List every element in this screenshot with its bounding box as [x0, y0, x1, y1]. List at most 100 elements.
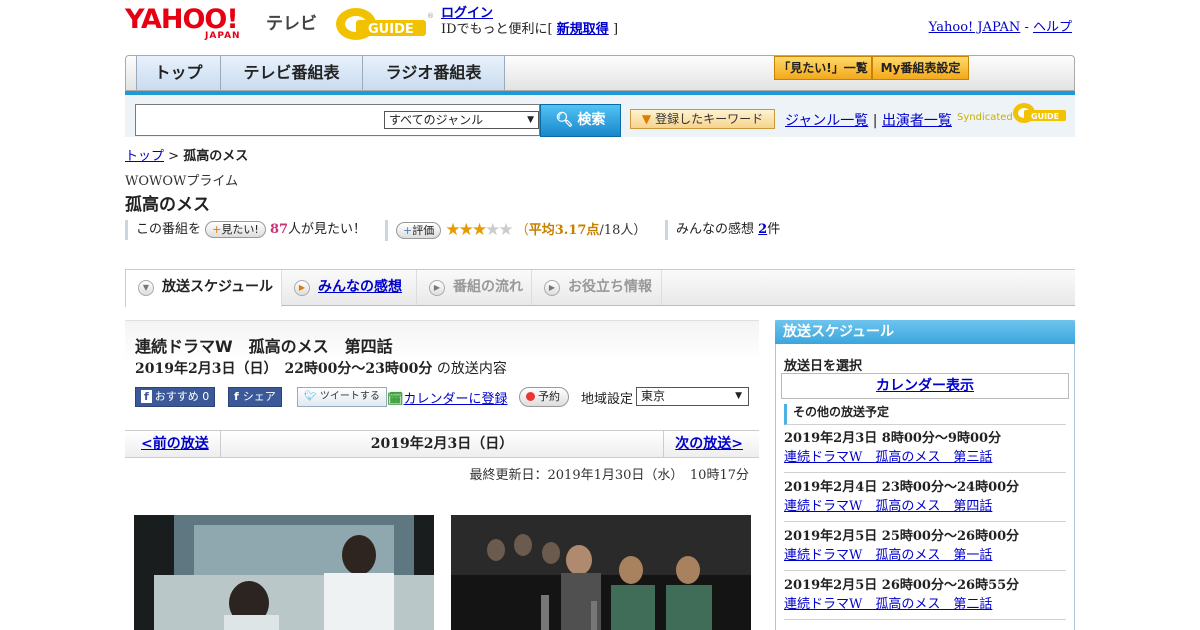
tab-broadcast-schedule[interactable]: ▼ 放送スケジュール: [125, 270, 282, 307]
plus-icon: +: [212, 223, 222, 236]
login-link[interactable]: ログイン: [441, 6, 493, 21]
calendar-register[interactable]: 🗓︎カレンダーに登録: [387, 388, 508, 407]
last-updated: 最終更新日：2019年1月30日（水） 10時17分: [469, 468, 749, 483]
calendar-add-icon: 🗓︎: [387, 392, 404, 407]
dropdown-triangle-icon: ▼: [641, 112, 652, 126]
next-broadcast-link[interactable]: 次の放送>: [675, 431, 743, 457]
top-right-links: Yahoo! JAPAN - ヘルプ: [929, 16, 1072, 35]
main-nav: トップ テレビ番組表 ラジオ番組表 「見たい!」一覧 My番組表設定: [125, 55, 1075, 91]
registered-keyword-button[interactable]: ▼ 登録したキーワード: [630, 109, 775, 129]
nav-tab-radio-schedule[interactable]: ラジオ番組表: [363, 56, 505, 90]
record-reservation-button[interactable]: 予約: [519, 387, 569, 407]
tab-label: 番組の流れ: [453, 279, 523, 295]
nav-tab-tv-schedule[interactable]: テレビ番組表: [221, 56, 363, 90]
want-count: 87: [269, 222, 289, 237]
registered-keyword-label: 登録したキーワード: [655, 112, 764, 126]
review-label: みんなの感想: [676, 222, 755, 237]
facebook-recommend-button[interactable]: f おすすめ 0: [135, 387, 216, 407]
want-list-button[interactable]: 「見たい!」一覧: [774, 56, 872, 80]
schedule-title-link[interactable]: 連続ドラマW 孤高のメス 第四話: [784, 499, 992, 514]
breadcrumb-current: 孤高のメス: [183, 149, 249, 164]
current-broadcast-date: 2019年2月3日（日）: [220, 431, 664, 457]
tab-reviews[interactable]: ▶ みんなの感想: [282, 270, 417, 305]
channel-name: WOWOWプライム: [125, 174, 239, 189]
want-prefix: この番組を: [136, 222, 202, 237]
calendar-display-link[interactable]: カレンダー表示: [876, 378, 974, 394]
tweet-label: ツイートする: [319, 391, 380, 402]
genre-select[interactable]: すべてのジャンル ▼: [384, 111, 539, 129]
tweet-button[interactable]: 🐦︎ ツイートする: [297, 387, 387, 407]
program-stats: この番組を +見たい! 87人が見たい！ +評価 ★★★★★ （平均3.17点/…: [125, 220, 925, 241]
fb-recommend-label: おすすめ: [154, 390, 199, 403]
search-button[interactable]: 🔍︎ 検索: [540, 104, 621, 137]
broadcast-pager: <前の放送 2019年2月3日（日） 次の放送>: [125, 430, 759, 458]
calendar-display-button[interactable]: カレンダー表示: [781, 373, 1069, 399]
svg-text:GUIDE: GUIDE: [1031, 112, 1059, 121]
review-count-link[interactable]: 2: [758, 222, 767, 237]
stars-filled: ★★★: [445, 220, 487, 240]
chevron-down-icon: ▼: [527, 115, 534, 125]
episode-photo-1: [134, 515, 434, 630]
breadcrumb-home-link[interactable]: トップ: [125, 149, 164, 164]
star-rating: ★★★★★: [445, 220, 513, 240]
want-button-label: 見たい!: [221, 223, 259, 236]
search-links: ジャンル一覧 | 出演者一覧: [785, 110, 952, 130]
sidebar-date-select-label: 放送日を選択: [784, 359, 863, 374]
record-dot-icon: [526, 392, 535, 401]
rate-button-label: 評価: [412, 224, 435, 237]
my-schedule-settings-button[interactable]: My番組表設定: [872, 56, 969, 80]
episode-photo-2: [451, 515, 751, 630]
help-link[interactable]: ヘルプ: [1033, 20, 1072, 35]
nav-tab-top[interactable]: トップ: [136, 56, 221, 90]
rating-average: （平均3.17点: [516, 223, 600, 238]
search-icon: 🔍︎: [555, 112, 574, 128]
tv-label[interactable]: テレビ: [266, 9, 317, 34]
login-area: ログイン IDでもっと便利に[ 新規取得 ]: [441, 6, 618, 38]
tab-label: 放送スケジュール: [162, 279, 274, 295]
list-item: 2019年2月5日 25時00分～26時00分 連続ドラマW 孤高のメス 第一話: [784, 527, 1066, 571]
rating-open-paren: （: [515, 223, 529, 238]
yahoo-japan-link[interactable]: Yahoo! JAPAN: [929, 20, 1021, 35]
review-stat: みんなの感想 2件: [665, 220, 780, 240]
page-title: 孤高のメス: [125, 195, 210, 215]
chevron-down-icon: ▼: [138, 280, 154, 296]
want-button[interactable]: +見たい!: [205, 221, 266, 238]
list-item: 2019年2月5日 26時00分～26時55分 連続ドラマW 孤高のメス 第二話: [784, 576, 1066, 620]
other-broadcasts-heading: その他の放送予定: [784, 404, 1066, 425]
region-label: 地域設定: [581, 392, 634, 407]
link-separator: -: [1024, 20, 1029, 35]
performer-list-link[interactable]: 出演者一覧: [882, 113, 952, 129]
record-label: 予約: [538, 390, 560, 403]
chevron-down-icon: ▼: [735, 391, 742, 401]
region-select[interactable]: 東京 ▼: [636, 387, 749, 406]
svg-text:GUIDE: GUIDE: [368, 22, 414, 37]
episode-date-time: 2019年2月3日（日） 22時00分～23時00分: [135, 361, 433, 377]
facebook-share-button[interactable]: f シェア: [228, 387, 282, 407]
calendar-register-link[interactable]: カレンダーに登録: [404, 392, 508, 407]
yahoo-japan-logo-text: JAPAN: [205, 31, 241, 41]
fb-share-label: シェア: [242, 390, 276, 403]
episode-date: 2019年2月3日（日） 22時00分～23時00分 の放送内容: [135, 358, 507, 378]
schedule-time: 2019年2月3日 8時00分～9時00分: [784, 431, 1002, 446]
genre-selected-value: すべてのジャンル: [389, 113, 484, 127]
share-row: f おすすめ 0 f シェア 🐦︎ ツイートする 🗓︎カレンダーに登録 予約 地域設…: [135, 387, 755, 407]
search-button-label: 検索: [577, 112, 606, 128]
want-suffix: 人が見たい！: [288, 222, 367, 237]
tab-useful-info: ▶ お役立ち情報: [532, 270, 662, 305]
genre-list-link[interactable]: ジャンル一覧: [785, 113, 868, 129]
play-arrow-icon: ▶: [544, 280, 560, 296]
signup-link[interactable]: 新規取得: [557, 22, 609, 37]
schedule-title-link[interactable]: 連続ドラマW 孤高のメス 第三話: [784, 450, 992, 465]
svg-text:®: ®: [427, 12, 434, 20]
schedule-title-link[interactable]: 連続ドラマW 孤高のメス 第二話: [784, 597, 992, 612]
episode-date-suffix: の放送内容: [436, 361, 507, 377]
twitter-bird-icon: 🐦︎: [304, 391, 317, 402]
rate-button[interactable]: +評価: [396, 222, 442, 239]
prev-broadcast-link[interactable]: <前の放送: [141, 431, 209, 457]
schedule-time: 2019年2月4日 23時00分～24時00分: [784, 480, 1020, 495]
schedule-title-link[interactable]: 連続ドラマW 孤高のメス 第一話: [784, 548, 992, 563]
list-item: 2019年2月3日 8時00分～9時00分 連続ドラマW 孤高のメス 第三話: [784, 429, 1066, 473]
yahoo-logo[interactable]: YAHOO!: [125, 6, 239, 34]
syndicated-label: Syndicated: [957, 112, 1013, 123]
login-prompt-end: ]: [612, 22, 619, 37]
